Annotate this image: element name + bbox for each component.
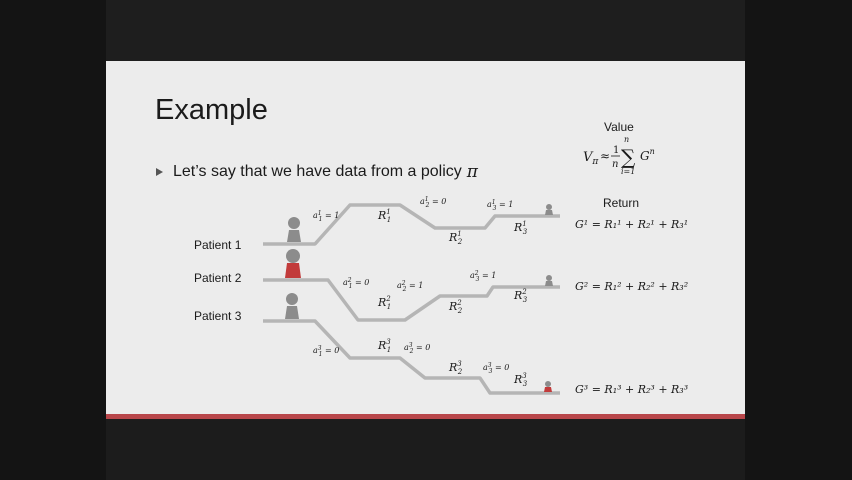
patient-2-figure [285,249,301,278]
return-equation-p1: G¹ = R₁¹ + R₂¹ + R₃¹ [575,218,688,231]
svg-text:a33 = 0: a3 3 = 0 [483,362,509,375]
svg-text:n: n [612,159,618,170]
reward-label-p1-r2: R1 2 [448,230,463,246]
patient-3-figure [285,293,299,319]
svg-text:≈: ≈ [600,149,610,163]
action-label-p3-a1: a3 1 = 0 [313,345,339,358]
svg-text:i=1: i=1 [621,167,635,176]
value-formula: Vπ ≈ 1 n n ∑ i=1 Gn [583,135,655,176]
return-equation-p3: G³ = R₁³ + R₂³ + R₃³ [575,383,688,396]
action-label-p2-a3: a2 3 = 1 [470,270,496,283]
svg-text:1: 1 [613,145,619,156]
svg-text:Gn: Gn [640,147,655,163]
patient-2-terminal-figure [545,275,553,286]
svg-text:a12 = 0: a1 2 = 0 [420,196,446,209]
svg-text:a23 = 1: a2 3 = 1 [470,270,496,283]
svg-text:a13 = 1: a1 3 = 1 [487,199,513,212]
reward-label-p1-r1: R1 1 [377,208,391,224]
action-label-p2-a2: a2 2 = 1 [397,280,423,293]
svg-text:∑: ∑ [621,145,636,169]
patient-1-figure [287,217,301,242]
reward-label-p3-r3: R3 3 [513,372,528,388]
svg-text:n: n [624,135,629,144]
action-label-p1-a3: a1 3 = 1 [487,199,513,212]
reward-label-p2-r1: R2 1 [377,295,391,311]
svg-text:Vπ: Vπ [583,150,599,167]
reward-label-p2-r2: R2 2 [448,299,463,315]
return-equation-p2: G² = R₁² + R₂² + R₃² [575,280,688,293]
svg-text:a21 = 0: a2 1 = 0 [343,277,369,290]
reward-label-p2-r3: R2 3 [513,288,528,304]
svg-text:a32 = 0: a3 2 = 0 [404,342,430,355]
svg-text:a31 = 0: a3 1 = 0 [313,345,339,358]
action-label-p1-a2: a1 2 = 0 [420,196,446,209]
patient-3-terminal-figure [544,381,552,392]
patient-1-terminal-figure [545,204,553,215]
reward-label-p3-r1: R3 1 [377,338,391,354]
reward-label-p3-r2: R3 2 [448,360,463,376]
svg-text:a22 = 1: a2 2 = 1 [397,280,423,293]
reward-label-p1-r3: R1 3 [513,220,528,236]
action-label-p2-a1: a2 1 = 0 [343,277,369,290]
action-label-p3-a3: a3 3 = 0 [483,362,509,375]
trajectory-diagram: Vπ ≈ 1 n n ∑ i=1 Gn a1 1 = 1 a1 2 = 0 a1 3 … [263,135,688,396]
action-label-p3-a2: a3 2 = 0 [404,342,430,355]
